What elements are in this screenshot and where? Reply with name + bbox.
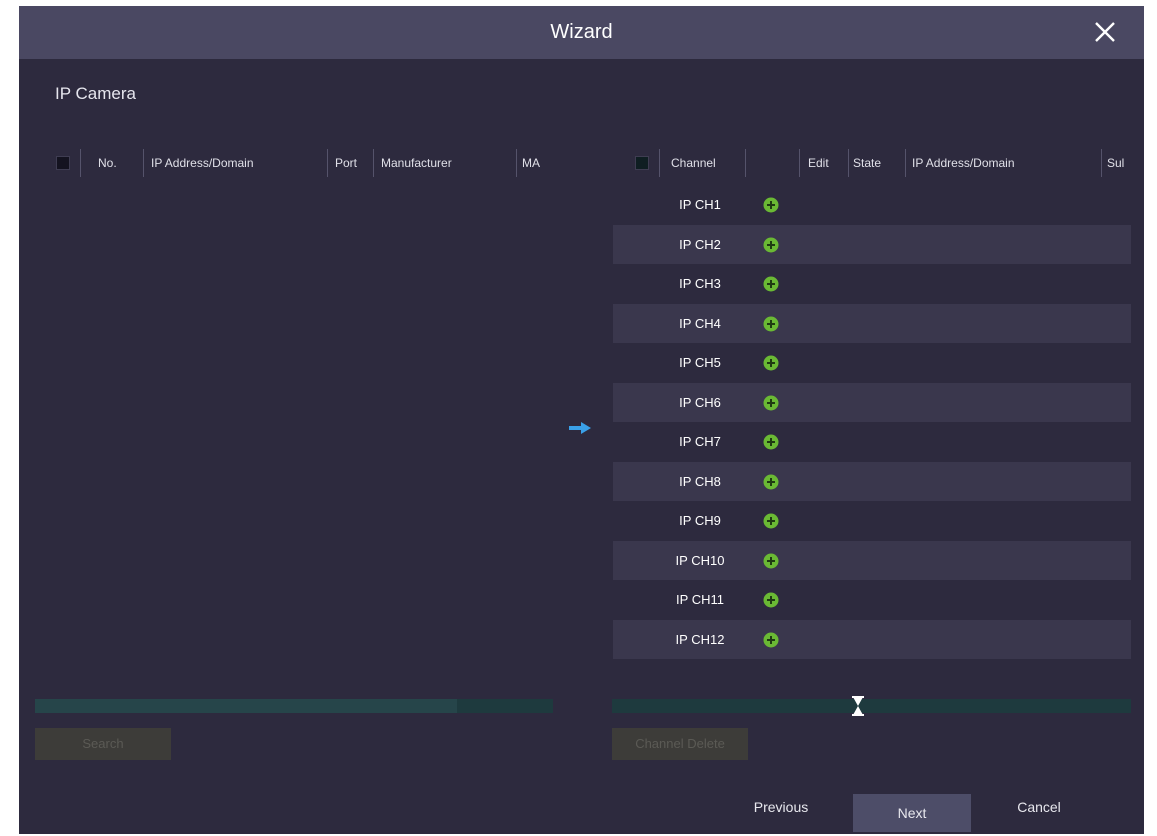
channel-row[interactable]: IP CH5 — [613, 343, 1131, 383]
search-results-header: No. IP Address/Domain Port Manufacturer … — [35, 143, 555, 183]
column-header-subnet[interactable]: Sul — [1107, 143, 1133, 183]
add-camera-icon[interactable] — [763, 197, 779, 213]
channel-delete-button[interactable]: Channel Delete — [612, 728, 748, 760]
channel-label: IP CH10 — [675, 552, 725, 568]
add-camera-icon[interactable] — [763, 632, 779, 648]
channel-row[interactable]: IP CH3 — [613, 264, 1131, 304]
column-header-ip-address[interactable]: IP Address/Domain — [912, 143, 1092, 183]
channel-label: IP CH6 — [679, 394, 721, 410]
cancel-button[interactable]: Cancel — [994, 788, 1084, 826]
column-header-manufacturer[interactable]: Manufacturer — [381, 143, 507, 183]
column-divider — [1101, 149, 1102, 177]
channel-list-header: Channel Edit State IP Address/Domain Sul — [615, 143, 1135, 183]
column-divider — [516, 149, 517, 177]
right-horizontal-scrollbar[interactable] — [612, 699, 1131, 713]
column-header-mac[interactable]: MA — [522, 143, 552, 183]
column-divider — [848, 149, 849, 177]
add-camera-icon[interactable] — [763, 434, 779, 450]
scrollbar-thumb[interactable] — [35, 699, 457, 713]
column-divider — [905, 149, 906, 177]
channel-row[interactable]: IP CH12 — [613, 619, 1131, 659]
add-camera-icon[interactable] — [763, 592, 779, 608]
left-horizontal-scrollbar[interactable] — [35, 699, 553, 713]
search-button[interactable]: Search — [35, 728, 171, 760]
channel-label: IP CH8 — [679, 473, 721, 489]
channel-row[interactable]: IP CH1 — [613, 185, 1131, 225]
column-divider — [80, 149, 81, 177]
column-header-ip-address[interactable]: IP Address/Domain — [151, 143, 321, 183]
hourglass-icon — [852, 696, 864, 716]
column-divider — [745, 149, 746, 177]
select-all-channels-checkbox[interactable] — [635, 156, 649, 170]
channel-row[interactable]: IP CH2 — [613, 224, 1131, 264]
column-divider — [143, 149, 144, 177]
column-divider — [327, 149, 328, 177]
add-to-channel-arrow-icon[interactable] — [568, 421, 592, 435]
channel-label: IP CH2 — [679, 236, 721, 252]
add-camera-icon[interactable] — [763, 474, 779, 490]
column-header-no[interactable]: No. — [98, 143, 118, 183]
add-camera-icon[interactable] — [763, 237, 779, 253]
title-bar: Wizard — [19, 6, 1144, 59]
channel-row[interactable]: IP CH6 — [613, 382, 1131, 422]
channel-label: IP CH1 — [679, 197, 721, 212]
channel-label: IP CH12 — [675, 631, 725, 647]
column-divider — [659, 149, 660, 177]
section-title: IP Camera — [55, 84, 136, 103]
column-header-state[interactable]: State — [853, 143, 893, 183]
previous-button[interactable]: Previous — [731, 788, 831, 826]
add-camera-icon[interactable] — [763, 395, 779, 411]
select-all-checkbox[interactable] — [56, 156, 70, 170]
channel-row[interactable]: IP CH10 — [613, 540, 1131, 580]
column-divider — [373, 149, 374, 177]
close-icon[interactable] — [1093, 20, 1117, 44]
channel-label: IP CH7 — [679, 434, 721, 449]
channel-label: IP CH11 — [676, 592, 724, 607]
channel-row[interactable]: IP CH7 — [613, 422, 1131, 462]
channel-row[interactable]: IP CH9 — [613, 501, 1131, 541]
channel-label: IP CH5 — [679, 355, 721, 370]
add-camera-icon[interactable] — [763, 276, 779, 292]
window-title: Wizard — [550, 21, 613, 43]
channel-label: IP CH9 — [679, 513, 721, 528]
channel-row[interactable]: IP CH8 — [613, 461, 1131, 501]
channel-row[interactable]: IP CH4 — [613, 303, 1131, 343]
column-header-edit[interactable]: Edit — [808, 143, 838, 183]
next-button[interactable]: Next — [853, 794, 971, 832]
add-camera-icon[interactable] — [763, 355, 779, 371]
column-header-port[interactable]: Port — [335, 143, 369, 183]
channel-label: IP CH4 — [679, 315, 721, 331]
add-camera-icon[interactable] — [763, 553, 779, 569]
channel-label: IP CH3 — [679, 276, 721, 291]
add-camera-icon[interactable] — [763, 513, 779, 529]
channel-list: IP CH1 IP CH2 IP CH3 IP CH4 IP CH5 IP CH6 IP C… — [613, 185, 1131, 659]
column-divider — [799, 149, 800, 177]
column-header-channel[interactable]: Channel — [671, 143, 751, 183]
channel-row[interactable]: IP CH11 — [613, 580, 1131, 620]
add-camera-icon[interactable] — [763, 316, 779, 332]
wizard-window: Wizard IP Camera No. IP Address/Domain P… — [19, 6, 1144, 834]
